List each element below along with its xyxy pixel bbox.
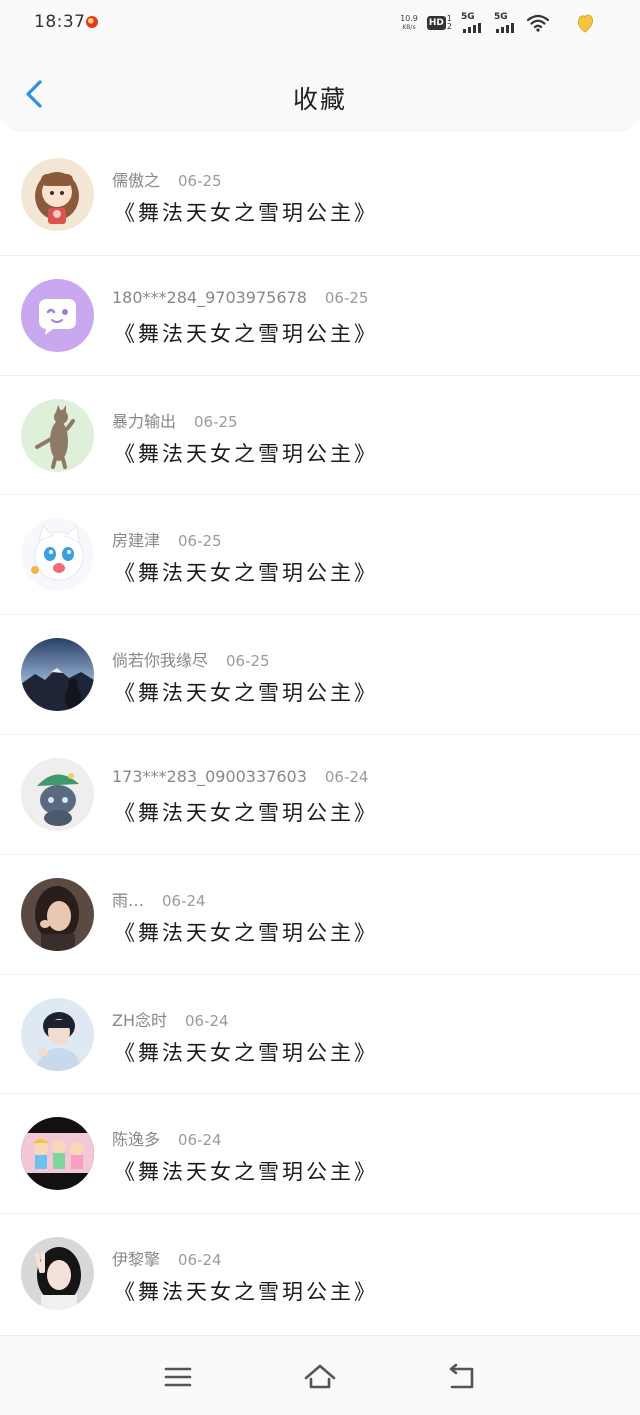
cartoon-cat-avatar[interactable] xyxy=(21,518,94,592)
user-name[interactable]: 雨… xyxy=(112,887,144,911)
post-date: 06-25 xyxy=(226,652,270,671)
list-item[interactable]: 173***283_0900337603 06-24 《舞法天女之雪玥公主》 xyxy=(0,733,640,854)
post-date: 06-24 xyxy=(162,891,206,910)
home-icon[interactable] xyxy=(302,1362,338,1392)
network-speed-unit: KB/s xyxy=(402,24,416,31)
page-title: 收藏 xyxy=(292,85,347,114)
post-date: 06-25 xyxy=(178,532,222,551)
anime-characters-avatar[interactable] xyxy=(21,1117,94,1191)
signal-2-icon: 5G xyxy=(494,12,518,34)
signal-1-icon: 5G xyxy=(461,12,485,34)
favorite-content: 《舞法天女之雪玥公主》 xyxy=(114,681,378,706)
hd-voice-icon: HD 1 2 xyxy=(426,15,452,31)
list-item[interactable]: 暴力输出 06-25 《舞法天女之雪玥公主》 xyxy=(0,374,640,495)
user-name[interactable]: 伊黎擎 xyxy=(112,1246,160,1270)
battery-icon xyxy=(577,14,593,33)
favorite-content: 《舞法天女之雪玥公主》 xyxy=(114,1280,378,1305)
user-name[interactable]: 173***283_0900337603 xyxy=(112,767,307,786)
list-item[interactable]: 雨… 06-24 《舞法天女之雪玥公主》 xyxy=(0,853,640,974)
post-date: 06-24 xyxy=(185,1011,229,1030)
list-item[interactable]: ZH念时 06-24 《舞法天女之雪玥公主》 xyxy=(0,973,640,1094)
network-speed: 10.9 KB/s xyxy=(400,14,418,32)
signal-1-label: 5G xyxy=(461,12,475,22)
status-time: 18:37 xyxy=(34,12,86,32)
girl-peace-sign-avatar[interactable] xyxy=(21,1237,94,1311)
notification-app-icon xyxy=(86,16,98,28)
network-speed-value: 10.9 xyxy=(400,14,418,23)
signal-2-label: 5G xyxy=(494,12,508,22)
boy-photo-avatar[interactable] xyxy=(21,997,94,1071)
status-bar: 18:37 10.9 KB/s HD 1 2 5G 5G xyxy=(0,0,640,44)
favorite-content: 《舞法天女之雪玥公主》 xyxy=(114,920,378,945)
wifi-icon xyxy=(527,14,549,32)
user-name[interactable]: 暴力输出 xyxy=(112,408,176,432)
favorite-content: 《舞法天女之雪玥公主》 xyxy=(114,1040,378,1065)
user-name[interactable]: 房建津 xyxy=(112,527,160,551)
status-indicators: 10.9 KB/s HD 1 2 5G 5G xyxy=(400,11,594,35)
list-item[interactable]: 倘若你我缘尽 06-25 《舞法天女之雪玥公主》 xyxy=(0,614,640,734)
list-item[interactable]: 伊黎擎 06-24 《舞法天女之雪玥公主》 xyxy=(0,1213,640,1333)
list-item[interactable]: 房建津 06-25 《舞法天女之雪玥公主》 xyxy=(0,494,640,614)
user-name[interactable]: 180***284_9703975678 xyxy=(112,288,307,307)
menu-icon[interactable] xyxy=(160,1362,196,1392)
hd-sub-bottom: 2 xyxy=(446,22,452,31)
post-date: 06-25 xyxy=(178,172,222,190)
cartoon-girl-avatar[interactable] xyxy=(21,158,94,231)
girl-photo-avatar[interactable] xyxy=(21,877,94,951)
post-date: 06-24 xyxy=(178,1251,222,1270)
page-header: 收藏 xyxy=(0,44,640,130)
list-item[interactable]: 陈逸多 06-24 《舞法天女之雪玥公主》 xyxy=(0,1093,640,1213)
user-name[interactable]: 陈逸多 xyxy=(112,1126,160,1150)
user-name[interactable]: ZH念时 xyxy=(112,1007,167,1031)
system-nav-bar xyxy=(0,1335,640,1415)
hd-label: HD xyxy=(426,16,446,30)
post-date: 06-24 xyxy=(324,767,369,786)
favorite-content: 《舞法天女之雪玥公主》 xyxy=(114,321,378,346)
favorite-content: 《舞法天女之雪玥公主》 xyxy=(114,201,378,225)
mountain-sunset-avatar[interactable] xyxy=(21,638,94,712)
list-item[interactable]: 180***284_9703975678 06-25 《舞法天女之雪玥公主》 xyxy=(0,254,640,375)
cat-standing-avatar[interactable] xyxy=(21,398,94,472)
favorite-content: 《舞法天女之雪玥公主》 xyxy=(114,441,378,466)
user-name[interactable]: 儒傲之 xyxy=(112,167,160,191)
post-date: 06-25 xyxy=(324,288,369,307)
purple-chat-avatar[interactable] xyxy=(21,278,94,352)
user-name[interactable]: 倘若你我缘尽 xyxy=(112,647,208,671)
gray-cat-green-hat-avatar[interactable] xyxy=(21,757,94,831)
favorites-list: 儒傲之 06-25 《舞法天女之雪玥公主》 180***284_97039756… xyxy=(0,135,640,1333)
favorite-content: 《舞法天女之雪玥公主》 xyxy=(114,561,378,586)
favorite-content: 《舞法天女之雪玥公主》 xyxy=(114,1160,378,1185)
list-item[interactable]: 儒傲之 06-25 《舞法天女之雪玥公主》 xyxy=(0,135,640,255)
return-icon[interactable] xyxy=(444,1362,480,1392)
favorite-content: 《舞法天女之雪玥公主》 xyxy=(114,800,378,825)
post-date: 06-24 xyxy=(178,1131,222,1150)
post-date: 06-25 xyxy=(194,412,238,431)
